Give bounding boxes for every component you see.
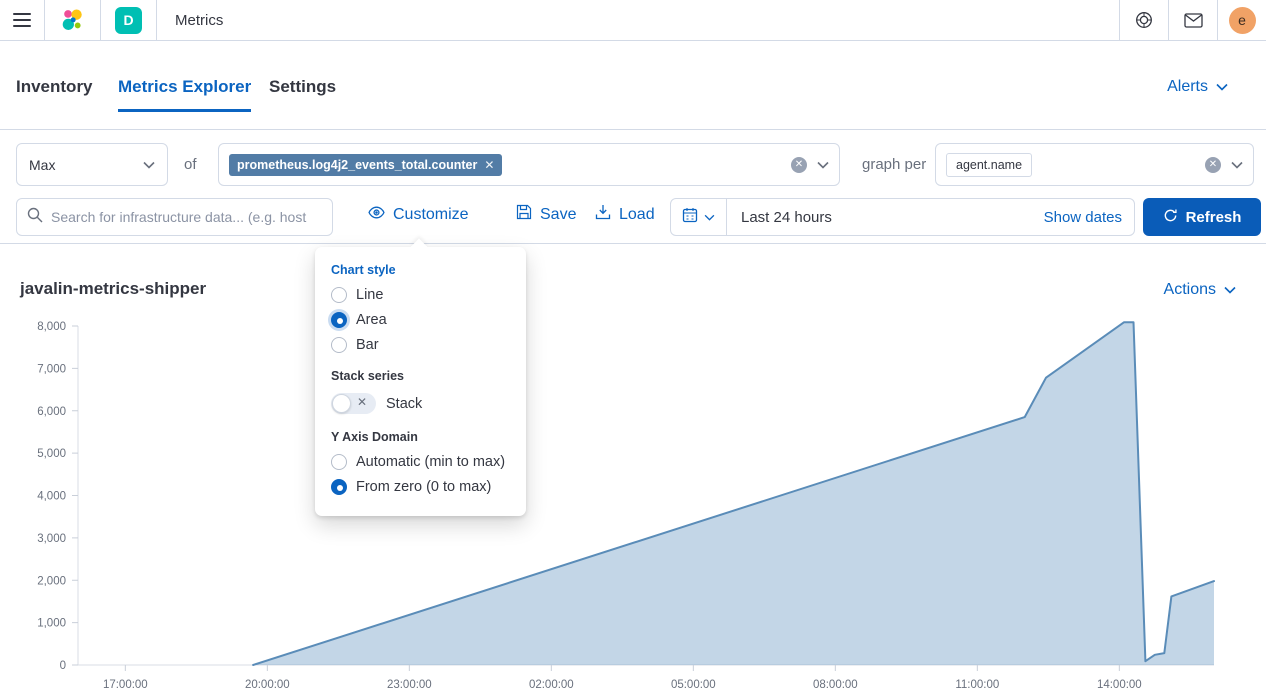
help-icon[interactable] [1120,0,1168,40]
chevron-down-icon [704,214,715,221]
alerts-dropdown-button[interactable]: Alerts [1167,78,1228,96]
search-icon [27,207,43,228]
clear-all-icon[interactable]: ✕ [1205,157,1221,173]
chevron-down-icon[interactable] [1231,161,1243,169]
load-button[interactable]: Load [595,204,655,225]
aggregation-select[interactable]: Max [16,143,168,186]
radio-icon [331,454,347,470]
metric-field-combobox[interactable]: prometheus.log4j2_events_total.counter ✕… [218,143,840,186]
top-navigation-bar: D Metrics e [0,0,1266,41]
space-badge[interactable]: D [115,7,142,34]
tab-metrics-explorer[interactable]: Metrics Explorer [118,77,251,112]
svg-text:02:00:00: 02:00:00 [529,679,574,691]
menu-icon[interactable] [0,0,44,40]
metrics-area-chart[interactable]: 0 1,000 2,000 3,000 4,000 5,000 6,000 7,000 8,00… [0,310,1266,700]
search-input[interactable] [51,209,322,225]
svg-text:05:00:00: 05:00:00 [671,679,716,691]
tab-settings[interactable]: Settings [269,77,336,97]
svg-text:2,000: 2,000 [37,575,66,587]
customize-button[interactable]: Customize [368,204,469,226]
group-by-tag[interactable]: agent.name [946,153,1032,177]
calendar-icon [682,207,698,228]
breadcrumb: Metrics [171,12,223,29]
group-by-combobox[interactable]: agent.name ✕ [935,143,1254,186]
svg-text:17:00:00: 17:00:00 [103,679,148,691]
radio-icon [331,337,347,353]
chart-style-heading: Chart style [331,263,510,277]
svg-text:5,000: 5,000 [37,448,66,460]
chevron-down-icon [1216,83,1228,91]
search-input-wrapper [16,198,333,236]
radio-area[interactable]: Area [331,312,510,328]
refresh-icon [1163,208,1178,227]
clear-all-icon[interactable]: ✕ [791,157,807,173]
chart-title: javalin-metrics-shipper [20,279,206,299]
calendar-dropdown-button[interactable] [671,199,727,235]
eye-icon [368,204,385,226]
radio-from-zero[interactable]: From zero (0 to max) [331,479,510,495]
radio-icon [331,287,347,303]
save-icon [516,204,532,225]
svg-text:11:00:00: 11:00:00 [955,679,999,691]
toggle-switch-icon[interactable]: ✕ [331,393,376,414]
radio-icon [331,312,347,328]
svg-text:7,000: 7,000 [37,363,66,375]
save-button[interactable]: Save [516,204,576,225]
download-icon [595,204,611,225]
metric-tag[interactable]: prometheus.log4j2_events_total.counter ✕ [229,154,502,176]
svg-text:20:00:00: 20:00:00 [245,679,290,691]
of-label: of [184,156,197,173]
actions-dropdown-button[interactable]: Actions [1164,281,1236,299]
metrics-explorer-page: D Metrics e [0,0,1266,700]
radio-icon [331,479,347,495]
svg-text:3,000: 3,000 [37,533,66,545]
elastic-logo[interactable] [45,0,100,40]
svg-text:6,000: 6,000 [37,406,66,418]
date-picker: Last 24 hours Show dates [670,198,1135,236]
chevron-down-icon [1224,286,1236,294]
chevron-down-icon[interactable] [817,161,829,169]
stack-toggle[interactable]: ✕ Stack [331,393,510,414]
radio-automatic[interactable]: Automatic (min to max) [331,454,510,470]
svg-text:1,000: 1,000 [37,618,66,630]
radio-line[interactable]: Line [331,287,510,303]
customize-popover: Chart style Line Area Bar Stack series ✕… [315,247,526,516]
svg-text:8,000: 8,000 [37,321,66,333]
tab-inventory[interactable]: Inventory [16,77,93,97]
chevron-down-icon [143,161,155,169]
radio-bar[interactable]: Bar [331,337,510,353]
app-tabs: Inventory Metrics Explorer Settings Aler… [0,41,1266,130]
svg-text:08:00:00: 08:00:00 [813,679,858,691]
stack-series-heading: Stack series [331,369,510,383]
remove-metric-icon[interactable]: ✕ [484,158,494,172]
user-menu[interactable]: e [1218,0,1266,40]
section-divider [0,243,1266,244]
svg-text:14:00:00: 14:00:00 [1097,679,1142,691]
show-dates-link[interactable]: Show dates [1044,209,1134,226]
mail-icon[interactable] [1169,0,1217,40]
y-axis-domain-heading: Y Axis Domain [331,430,510,444]
graph-per-label: graph per [862,156,926,173]
time-range-value[interactable]: Last 24 hours [727,209,832,226]
svg-text:0: 0 [60,660,66,672]
svg-text:4,000: 4,000 [37,491,66,503]
space-selector[interactable]: D [101,0,156,40]
avatar[interactable]: e [1229,7,1256,34]
refresh-button[interactable]: Refresh [1143,198,1261,236]
svg-text:23:00:00: 23:00:00 [387,679,432,691]
